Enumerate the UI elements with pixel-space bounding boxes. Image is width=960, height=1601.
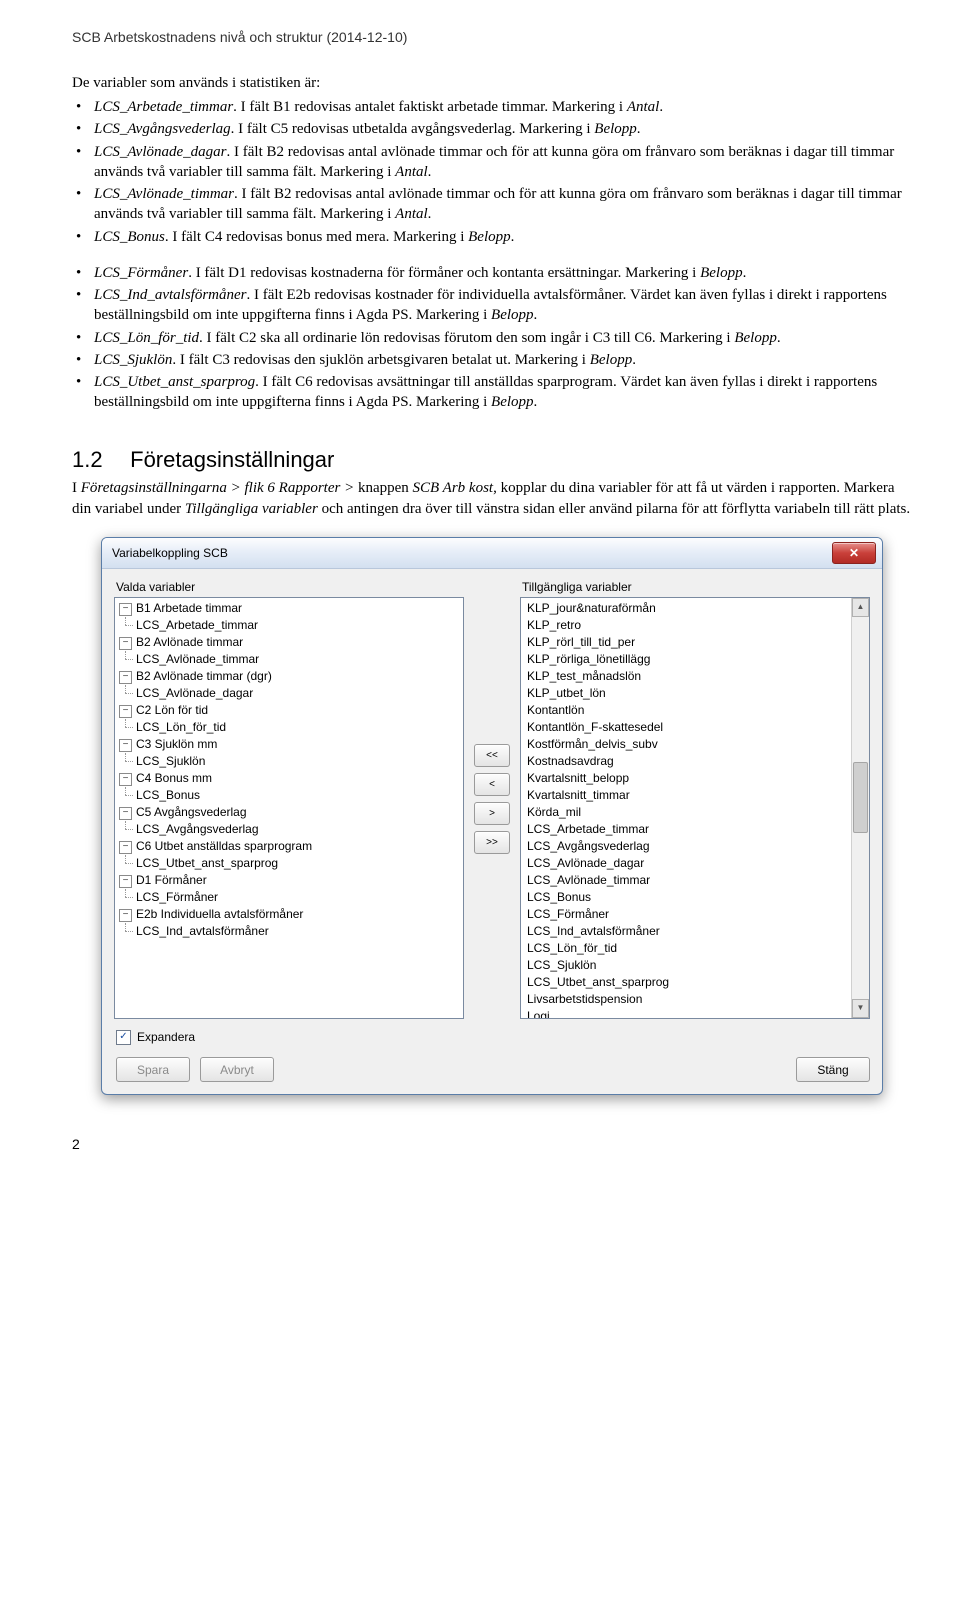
collapse-icon[interactable]: − [119,875,132,888]
collapse-icon[interactable]: − [119,603,132,616]
collapse-icon[interactable]: − [119,739,132,752]
tree-parent-node[interactable]: −C4 Bonus mm [119,770,461,787]
section-number: 1.2 [72,445,124,475]
list-item[interactable]: LCS_Avgångsvederlag [525,838,867,855]
tree-parent-node[interactable]: −B1 Arbetade timmar [119,600,461,617]
bullet-item: LCS_Lön_för_tid. I fält C2 ska all ordin… [94,328,912,348]
tree-parent-node[interactable]: −C2 Lön för tid [119,702,461,719]
document-header: SCB Arbetskostnadens nivå och struktur (… [72,28,912,47]
tree-child-node[interactable]: LCS_Arbetade_timmar [119,617,461,634]
left-pane-label: Valda variabler [116,579,464,595]
dialog-title: Variabelkoppling SCB [112,545,832,561]
collapse-icon[interactable]: − [119,909,132,922]
collapse-icon[interactable]: − [119,773,132,786]
available-variables-list[interactable]: KLP_jour&naturaförmånKLP_retroKLP_rörl_t… [520,597,870,1019]
intro-text: De variabler som används i statistiken ä… [72,73,912,93]
bullet-item: LCS_Avlönade_timmar. I fält B2 redovisas… [94,184,912,225]
tree-parent-node[interactable]: −C5 Avgångsvederlag [119,804,461,821]
close-button[interactable]: ✕ [832,542,876,564]
tree-child-node[interactable]: LCS_Avlönade_dagar [119,685,461,702]
scroll-thumb[interactable] [853,762,868,833]
bullet-item: LCS_Utbet_anst_sparprog. I fält C6 redov… [94,372,912,413]
list-item[interactable]: LCS_Avlönade_dagar [525,855,867,872]
collapse-icon[interactable]: − [119,841,132,854]
collapse-icon[interactable]: − [119,807,132,820]
list-item[interactable]: Körda_mil [525,804,867,821]
move-all-left-button[interactable]: << [474,744,510,767]
right-pane-label: Tillgängliga variabler [522,579,870,595]
list-item[interactable]: Kontantlön [525,702,867,719]
bullet-list-a: LCS_Arbetade_timmar. I fält B1 redovisas… [72,97,912,247]
bullet-item: LCS_Avlönade_dagar. I fält B2 redovisas … [94,142,912,183]
tree-parent-node[interactable]: −B2 Avlönade timmar [119,634,461,651]
dialog-window: Variabelkoppling SCB ✕ Valda variabler −… [101,537,883,1095]
move-left-button[interactable]: < [474,773,510,796]
list-item[interactable]: Livsarbetstidspension [525,991,867,1008]
bullet-item: LCS_Sjuklön. I fält C3 redovisas den sju… [94,350,912,370]
expand-checkbox-label: Expandera [137,1029,195,1045]
collapse-icon[interactable]: − [119,671,132,684]
tree-child-node[interactable]: LCS_Avlönade_timmar [119,651,461,668]
section-heading: 1.2 Företagsinställningar [72,445,912,475]
transfer-buttons: << < > >> [472,579,512,1019]
list-item[interactable]: LCS_Avlönade_timmar [525,872,867,889]
list-item[interactable]: LCS_Bonus [525,889,867,906]
tree-child-node[interactable]: LCS_Förmåner [119,889,461,906]
list-item[interactable]: KLP_rörliga_lönetillägg [525,651,867,668]
bullet-item: LCS_Ind_avtalsförmåner. I fält E2b redov… [94,285,912,326]
checkbox-icon: ✓ [116,1030,131,1045]
intro-paragraph: De variabler som används i statistiken ä… [72,73,912,93]
list-item[interactable]: KLP_retro [525,617,867,634]
save-button[interactable]: Spara [116,1057,190,1082]
list-item[interactable]: LCS_Förmåner [525,906,867,923]
scrollbar[interactable]: ▲ ▼ [851,598,869,1018]
tree-parent-node[interactable]: −B2 Avlönade timmar (dgr) [119,668,461,685]
collapse-icon[interactable]: − [119,705,132,718]
list-item[interactable]: LCS_Utbet_anst_sparprog [525,974,867,991]
list-item[interactable]: KLP_jour&naturaförmån [525,600,867,617]
tree-child-node[interactable]: LCS_Ind_avtalsförmåner [119,923,461,940]
tree-parent-node[interactable]: −C6 Utbet anställdas sparprogram [119,838,461,855]
bullet-item: LCS_Arbetade_timmar. I fält B1 redovisas… [94,97,912,117]
tree-parent-node[interactable]: −E2b Individuella avtalsförmåner [119,906,461,923]
tree-parent-node[interactable]: −D1 Förmåner [119,872,461,889]
list-item[interactable]: Kontantlön_F-skattesedel [525,719,867,736]
close-dialog-button[interactable]: Stäng [796,1057,870,1082]
section-title: Företagsinställningar [130,447,334,472]
move-right-button[interactable]: > [474,802,510,825]
tree-child-node[interactable]: LCS_Utbet_anst_sparprog [119,855,461,872]
list-item[interactable]: Kvartalsnitt_belopp [525,770,867,787]
section-paragraph: I Företagsinställningarna > flik 6 Rappo… [72,478,912,519]
list-item[interactable]: KLP_utbet_lön [525,685,867,702]
bullet-item: LCS_Avgångsvederlag. I fält C5 redovisas… [94,119,912,139]
tree-child-node[interactable]: LCS_Sjuklön [119,753,461,770]
list-item[interactable]: LCS_Lön_för_tid [525,940,867,957]
bullet-item: LCS_Förmåner. I fält D1 redovisas kostna… [94,263,912,283]
tree-parent-node[interactable]: −C3 Sjuklön mm [119,736,461,753]
tree-child-node[interactable]: LCS_Lön_för_tid [119,719,461,736]
scroll-down-icon[interactable]: ▼ [852,999,869,1018]
bullet-item: LCS_Bonus. I fält C4 redovisas bonus med… [94,227,912,247]
tree-child-node[interactable]: LCS_Avgångsvederlag [119,821,461,838]
tree-child-node[interactable]: LCS_Bonus [119,787,461,804]
list-item[interactable]: Kostnadsavdrag [525,753,867,770]
close-icon: ✕ [849,545,859,561]
list-item[interactable]: Kvartalsnitt_timmar [525,787,867,804]
list-item[interactable]: LCS_Arbetade_timmar [525,821,867,838]
selected-variables-tree[interactable]: −B1 Arbetade timmarLCS_Arbetade_timmar−B… [114,597,464,1019]
list-item[interactable]: KLP_rörl_till_tid_per [525,634,867,651]
page-number: 2 [72,1135,912,1154]
expand-checkbox[interactable]: ✓ Expandera [116,1029,195,1045]
bullet-list-b: LCS_Förmåner. I fält D1 redovisas kostna… [72,263,912,413]
list-item[interactable]: LCS_Sjuklön [525,957,867,974]
move-all-right-button[interactable]: >> [474,831,510,854]
list-item[interactable]: LCS_Ind_avtalsförmåner [525,923,867,940]
list-item[interactable]: KLP_test_månadslön [525,668,867,685]
cancel-button[interactable]: Avbryt [200,1057,274,1082]
dialog-titlebar[interactable]: Variabelkoppling SCB ✕ [102,538,882,569]
collapse-icon[interactable]: − [119,637,132,650]
list-item[interactable]: Kostförmån_delvis_subv [525,736,867,753]
list-item[interactable]: Logi [525,1008,867,1019]
